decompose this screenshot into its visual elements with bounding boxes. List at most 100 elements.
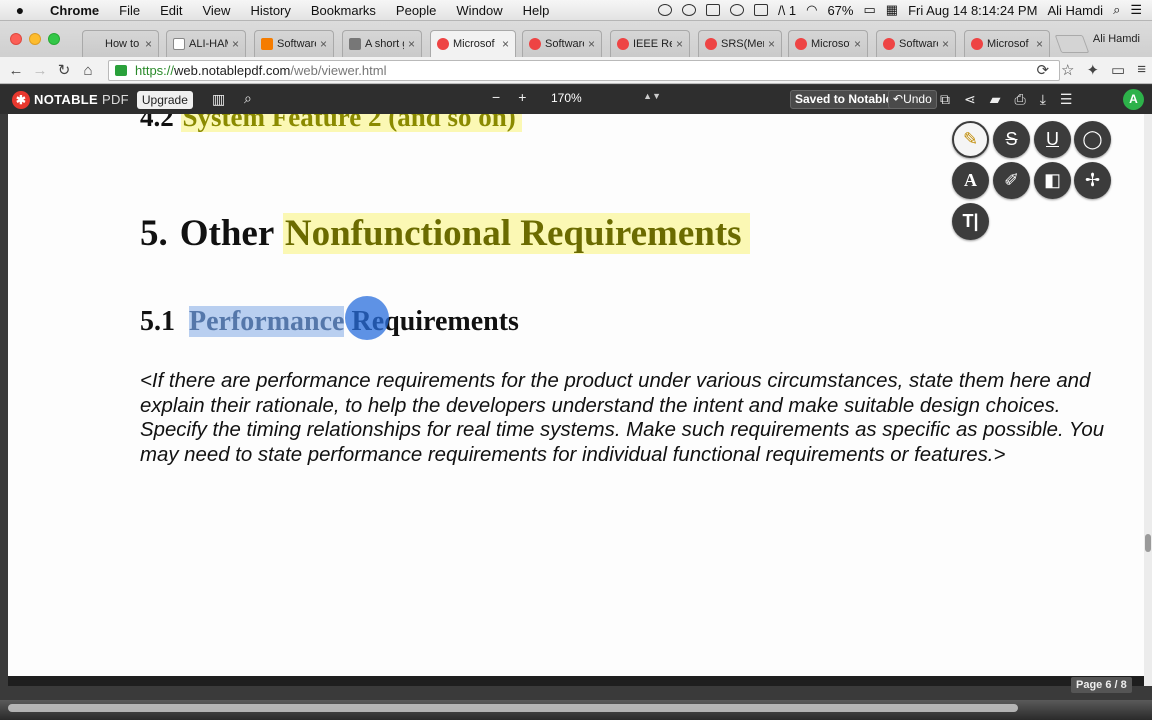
browser-tab[interactable]: Microsof ×: [788, 30, 868, 57]
copy-icon[interactable]: ⧉: [940, 91, 950, 108]
adobe-status[interactable]: /\ 1: [778, 3, 796, 18]
sync-icon[interactable]: [730, 4, 745, 16]
menu-help[interactable]: Help: [513, 3, 560, 18]
home-icon[interactable]: ⌂: [76, 62, 100, 79]
folder-icon[interactable]: ▰: [990, 91, 1001, 108]
strikethrough-tool-button[interactable]: S: [993, 121, 1030, 158]
extension-sync-icon[interactable]: ⟳: [1036, 61, 1049, 79]
menu-file[interactable]: File: [109, 3, 150, 18]
browser-tab[interactable]: How to w×: [82, 30, 159, 57]
signature-tool-button[interactable]: ✢: [1074, 162, 1111, 199]
wifi-icon[interactable]: ◠: [806, 2, 817, 18]
avatar[interactable]: A: [1123, 89, 1144, 110]
browser-tab[interactable]: SRS(Mer ×: [698, 30, 782, 57]
apple-menu-icon[interactable]: ●: [0, 2, 40, 18]
zoom-in-button[interactable]: +: [518, 89, 526, 105]
tab-close-icon[interactable]: ×: [854, 37, 861, 51]
browser-tab[interactable]: IEEE Re ×: [610, 30, 690, 57]
shape-icon: ◧: [1043, 170, 1061, 190]
notification-center-icon[interactable]: ☰: [1130, 2, 1142, 18]
vertical-scrollbar[interactable]: [1144, 114, 1152, 686]
text-tool-button[interactable]: A: [952, 162, 989, 199]
share-icon[interactable]: ⋖: [964, 91, 976, 108]
brush-tool-button[interactable]: ✐: [993, 162, 1030, 199]
tab-close-icon[interactable]: ×: [942, 37, 949, 51]
bookmark-star-icon[interactable]: ☆: [1061, 61, 1074, 79]
menu-history[interactable]: History: [240, 3, 300, 18]
highlighter-icon: ✎: [962, 129, 979, 149]
textbox-tool-button[interactable]: T|: [952, 203, 989, 240]
print-icon[interactable]: ⎙: [1015, 91, 1026, 108]
minimize-window-button[interactable]: [29, 33, 41, 45]
scrollbar-thumb[interactable]: [1145, 534, 1151, 552]
menu-people[interactable]: People: [386, 3, 446, 18]
zoom-select[interactable]: 170% ▲▼: [545, 91, 665, 107]
cloud-icon[interactable]: [682, 4, 697, 16]
window-icon[interactable]: [754, 4, 769, 16]
extension-puzzle-icon[interactable]: ✦: [1086, 61, 1099, 79]
zoom-window-button[interactable]: [48, 33, 60, 45]
shape-tool-button[interactable]: ◧: [1034, 162, 1071, 199]
tab-close-icon[interactable]: ×: [676, 37, 683, 51]
tab-close-icon[interactable]: ×: [320, 37, 327, 51]
tab-favicon-icon: [89, 38, 101, 50]
menu-edit[interactable]: Edit: [150, 3, 192, 18]
profile-name[interactable]: Ali Hamdi: [1093, 33, 1140, 45]
user-name[interactable]: Ali Hamdi: [1047, 3, 1103, 18]
browser-tab[interactable]: Microsof ×: [964, 30, 1050, 57]
text-selection[interactable]: Performance: [189, 306, 345, 337]
tab-close-icon[interactable]: ×: [145, 37, 152, 51]
notable-logo-icon: ✱: [12, 90, 30, 109]
zoom-out-button[interactable]: −: [492, 89, 500, 105]
menu-bookmarks[interactable]: Bookmarks: [301, 3, 386, 18]
highlight-annotation[interactable]: System Feature 2 (and so on): [180, 114, 522, 132]
tab-close-icon[interactable]: ×: [408, 37, 415, 51]
browser-tab-active[interactable]: Microsof ×: [430, 30, 516, 57]
tab-close-icon[interactable]: ×: [232, 37, 239, 51]
reload-icon[interactable]: ↻: [52, 61, 76, 79]
flag-icon[interactable]: ▦: [886, 2, 898, 18]
search-icon[interactable]: ⌕: [244, 90, 252, 107]
download-icon[interactable]: ⤓: [1040, 91, 1046, 108]
menu-chrome[interactable]: Chrome: [40, 3, 109, 18]
browser-tab[interactable]: ALI-HAM×: [166, 30, 246, 57]
highlight-annotation[interactable]: Nonfunctional Requirements: [282, 213, 750, 254]
battery-percent[interactable]: 67%: [827, 3, 853, 18]
spotlight-search-icon[interactable]: ⌕: [1113, 2, 1120, 18]
status-icon[interactable]: [658, 4, 673, 16]
back-arrow-icon[interactable]: ←: [4, 62, 28, 79]
comment-tool-button[interactable]: ◯: [1074, 121, 1111, 158]
clock[interactable]: Fri Aug 14 8:14:24 PM: [908, 3, 1037, 18]
underline-tool-button[interactable]: U: [1034, 121, 1071, 158]
section-heading-4-2: 4.2 System Feature 2 (and so on): [140, 114, 522, 133]
horizontal-scrollbar[interactable]: [8, 704, 1018, 712]
undo-button[interactable]: ↶Undo: [888, 90, 937, 109]
menu-view[interactable]: View: [192, 3, 240, 18]
tab-close-icon[interactable]: ×: [1036, 37, 1043, 51]
lock-icon: [115, 65, 127, 76]
new-tab-button[interactable]: [1054, 35, 1090, 53]
highlight-tool-button[interactable]: ✎: [952, 121, 989, 158]
window-controls: [10, 33, 60, 45]
tab-favicon-icon: [883, 38, 895, 50]
menu-window[interactable]: Window: [446, 3, 512, 18]
tab-close-icon[interactable]: ×: [588, 37, 595, 51]
menu-icon[interactable]: ☰: [1060, 91, 1073, 108]
browser-tab[interactable]: Software×: [876, 30, 956, 57]
tab-close-icon[interactable]: ×: [768, 37, 775, 51]
forward-arrow-icon[interactable]: →: [28, 62, 52, 79]
close-window-button[interactable]: [10, 33, 22, 45]
browser-tab[interactable]: Software×: [254, 30, 334, 57]
notable-logo[interactable]: ✱ NOTABLE PDF: [0, 90, 129, 109]
browser-tab[interactable]: Software×: [522, 30, 602, 57]
browser-tab[interactable]: A short g×: [342, 30, 422, 57]
chrome-menu-icon[interactable]: ≡: [1137, 61, 1146, 79]
url-field[interactable]: https://web.notablepdf.com/web/viewer.ht…: [108, 60, 1060, 81]
sidebar-toggle-icon[interactable]: ▥: [212, 91, 225, 108]
pdf-viewer[interactable]: 4.2 System Feature 2 (and so on) 5. Other…: [8, 114, 1144, 686]
tab-close-icon[interactable]: ×: [502, 37, 509, 51]
bell-icon[interactable]: [706, 4, 721, 16]
saved-to-notable-button[interactable]: Saved to Notable: [790, 90, 898, 109]
cast-icon[interactable]: ▭: [1111, 61, 1125, 79]
upgrade-button[interactable]: Upgrade: [136, 90, 193, 109]
